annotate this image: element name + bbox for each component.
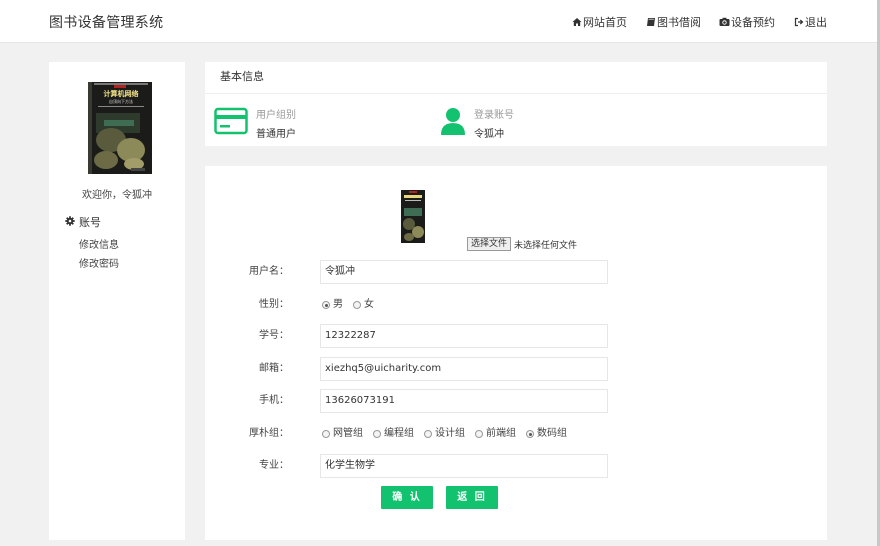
nav-logout[interactable]: 退出 xyxy=(793,14,827,30)
major-field[interactable]: 化学生物学 xyxy=(320,454,608,478)
student-id-row: 学号： 12322287 xyxy=(205,324,827,348)
gender-row: 性别： 男 女 xyxy=(205,293,827,317)
user-group-value: 普通用户 xyxy=(256,129,296,140)
radio-unchecked xyxy=(424,430,432,438)
username-label: 用户名： xyxy=(249,266,289,277)
username-field[interactable]: 令狐冲 xyxy=(320,260,608,284)
site-title: 图书设备管理系统 xyxy=(49,15,164,31)
nav-reserve[interactable]: 设备预约 xyxy=(719,14,775,30)
profile-form: 选择文件 未选择任何文件 用户名： 令狐冲 性别： 男 女 学号： 123222… xyxy=(205,166,827,540)
user-group-info: 用户组别 普通用户 xyxy=(214,106,296,140)
gear-icon xyxy=(65,215,75,229)
home-icon xyxy=(571,17,582,28)
nav-borrow-label: 图书借阅 xyxy=(657,16,701,29)
group-label: 厚朴组： xyxy=(249,428,289,439)
nav-home-label: 网站首页 xyxy=(583,16,627,29)
main-nav: 网站首页 图书借阅 设备预约 退出 xyxy=(571,14,827,30)
major-label: 专业： xyxy=(259,460,289,471)
group-option-label: 编程组 xyxy=(384,428,414,439)
confirm-button[interactable]: 确 认 xyxy=(381,486,433,509)
account-section-label: 账号 xyxy=(79,216,101,229)
group-radio-programming[interactable]: 编程组 xyxy=(373,422,414,446)
student-id-field[interactable]: 12322287 xyxy=(320,324,608,348)
sidebar-link-edit-info[interactable]: 修改信息 xyxy=(79,236,119,251)
avatar: 计算机网络 自顶向下方法 xyxy=(66,68,168,176)
group-option-label: 前端组 xyxy=(486,428,516,439)
basic-info-panel: 基本信息 用户组别 普通用户 登录账号 令狐冲 xyxy=(205,62,827,146)
email-label: 邮箱： xyxy=(259,363,289,374)
nav-borrow[interactable]: 图书借阅 xyxy=(645,14,701,30)
top-navbar: 图书设备管理系统 网站首页 图书借阅 设备预约 退出 xyxy=(0,0,877,43)
student-id-label: 学号： xyxy=(259,330,289,341)
radio-unchecked xyxy=(322,430,330,438)
welcome-text: 欢迎你，令狐冲 xyxy=(82,190,152,201)
radio-unchecked xyxy=(353,301,361,309)
gender-female-label: 女 xyxy=(364,299,374,310)
login-account-value: 令狐冲 xyxy=(474,129,504,140)
gender-female-radio[interactable]: 女 xyxy=(353,293,374,317)
user-icon xyxy=(440,107,466,139)
phone-label: 手机： xyxy=(259,395,289,406)
email-row: 邮箱： xiezhq5@uicharity.com xyxy=(205,357,827,381)
file-upload: 选择文件 未选择任何文件 xyxy=(467,237,577,251)
sidebar-link-change-password[interactable]: 修改密码 xyxy=(79,255,119,270)
account-section[interactable]: 账号 xyxy=(65,214,101,230)
major-row: 专业： 化学生物学 xyxy=(205,454,827,478)
sign-out-icon xyxy=(793,17,804,28)
gender-radios: 男 女 xyxy=(322,293,374,317)
radio-unchecked xyxy=(373,430,381,438)
group-option-label: 网管组 xyxy=(333,428,363,439)
login-account-info: 登录账号 令狐冲 xyxy=(440,106,514,140)
group-option-label: 设计组 xyxy=(435,428,465,439)
nav-logout-label: 退出 xyxy=(805,16,827,29)
radio-unchecked xyxy=(475,430,483,438)
nav-reserve-label: 设备预约 xyxy=(731,16,775,29)
username-row: 用户名： 令狐冲 xyxy=(205,260,827,284)
camera-icon xyxy=(719,17,730,28)
group-radio-network[interactable]: 网管组 xyxy=(322,422,363,446)
book-title: 计算机网络 xyxy=(104,89,139,98)
gender-male-label: 男 xyxy=(333,299,343,310)
back-button[interactable]: 返 回 xyxy=(446,486,498,509)
file-status: 未选择任何文件 xyxy=(514,240,578,251)
basic-info-heading: 基本信息 xyxy=(205,62,827,94)
user-group-label: 用户组别 xyxy=(256,110,296,121)
credit-card-icon xyxy=(214,107,248,139)
profile-photo xyxy=(400,190,426,248)
radio-checked xyxy=(322,301,330,309)
gender-label: 性别： xyxy=(259,299,289,310)
group-radio-design[interactable]: 设计组 xyxy=(424,422,465,446)
gender-male-radio[interactable]: 男 xyxy=(322,293,343,317)
login-account-label: 登录账号 xyxy=(474,110,514,121)
radio-checked xyxy=(526,430,534,438)
book-icon xyxy=(645,17,656,28)
group-option-label: 数码组 xyxy=(537,428,567,439)
group-row: 厚朴组： 网管组 编程组 设计组 前端组 数码组 xyxy=(205,422,827,446)
group-radio-frontend[interactable]: 前端组 xyxy=(475,422,516,446)
group-radio-digital[interactable]: 数码组 xyxy=(526,422,567,446)
choose-file-button[interactable]: 选择文件 xyxy=(467,237,512,251)
group-radios: 网管组 编程组 设计组 前端组 数码组 xyxy=(322,422,567,446)
book-subtitle: 自顶向下方法 xyxy=(109,98,133,104)
phone-field[interactable]: 13626073191 xyxy=(320,389,608,413)
nav-home[interactable]: 网站首页 xyxy=(571,14,627,30)
phone-row: 手机： 13626073191 xyxy=(205,389,827,413)
email-field[interactable]: xiezhq5@uicharity.com xyxy=(320,357,608,381)
sidebar: 计算机网络 自顶向下方法 欢迎你，令狐冲 账号 修改信息 修改密码 xyxy=(49,62,185,540)
